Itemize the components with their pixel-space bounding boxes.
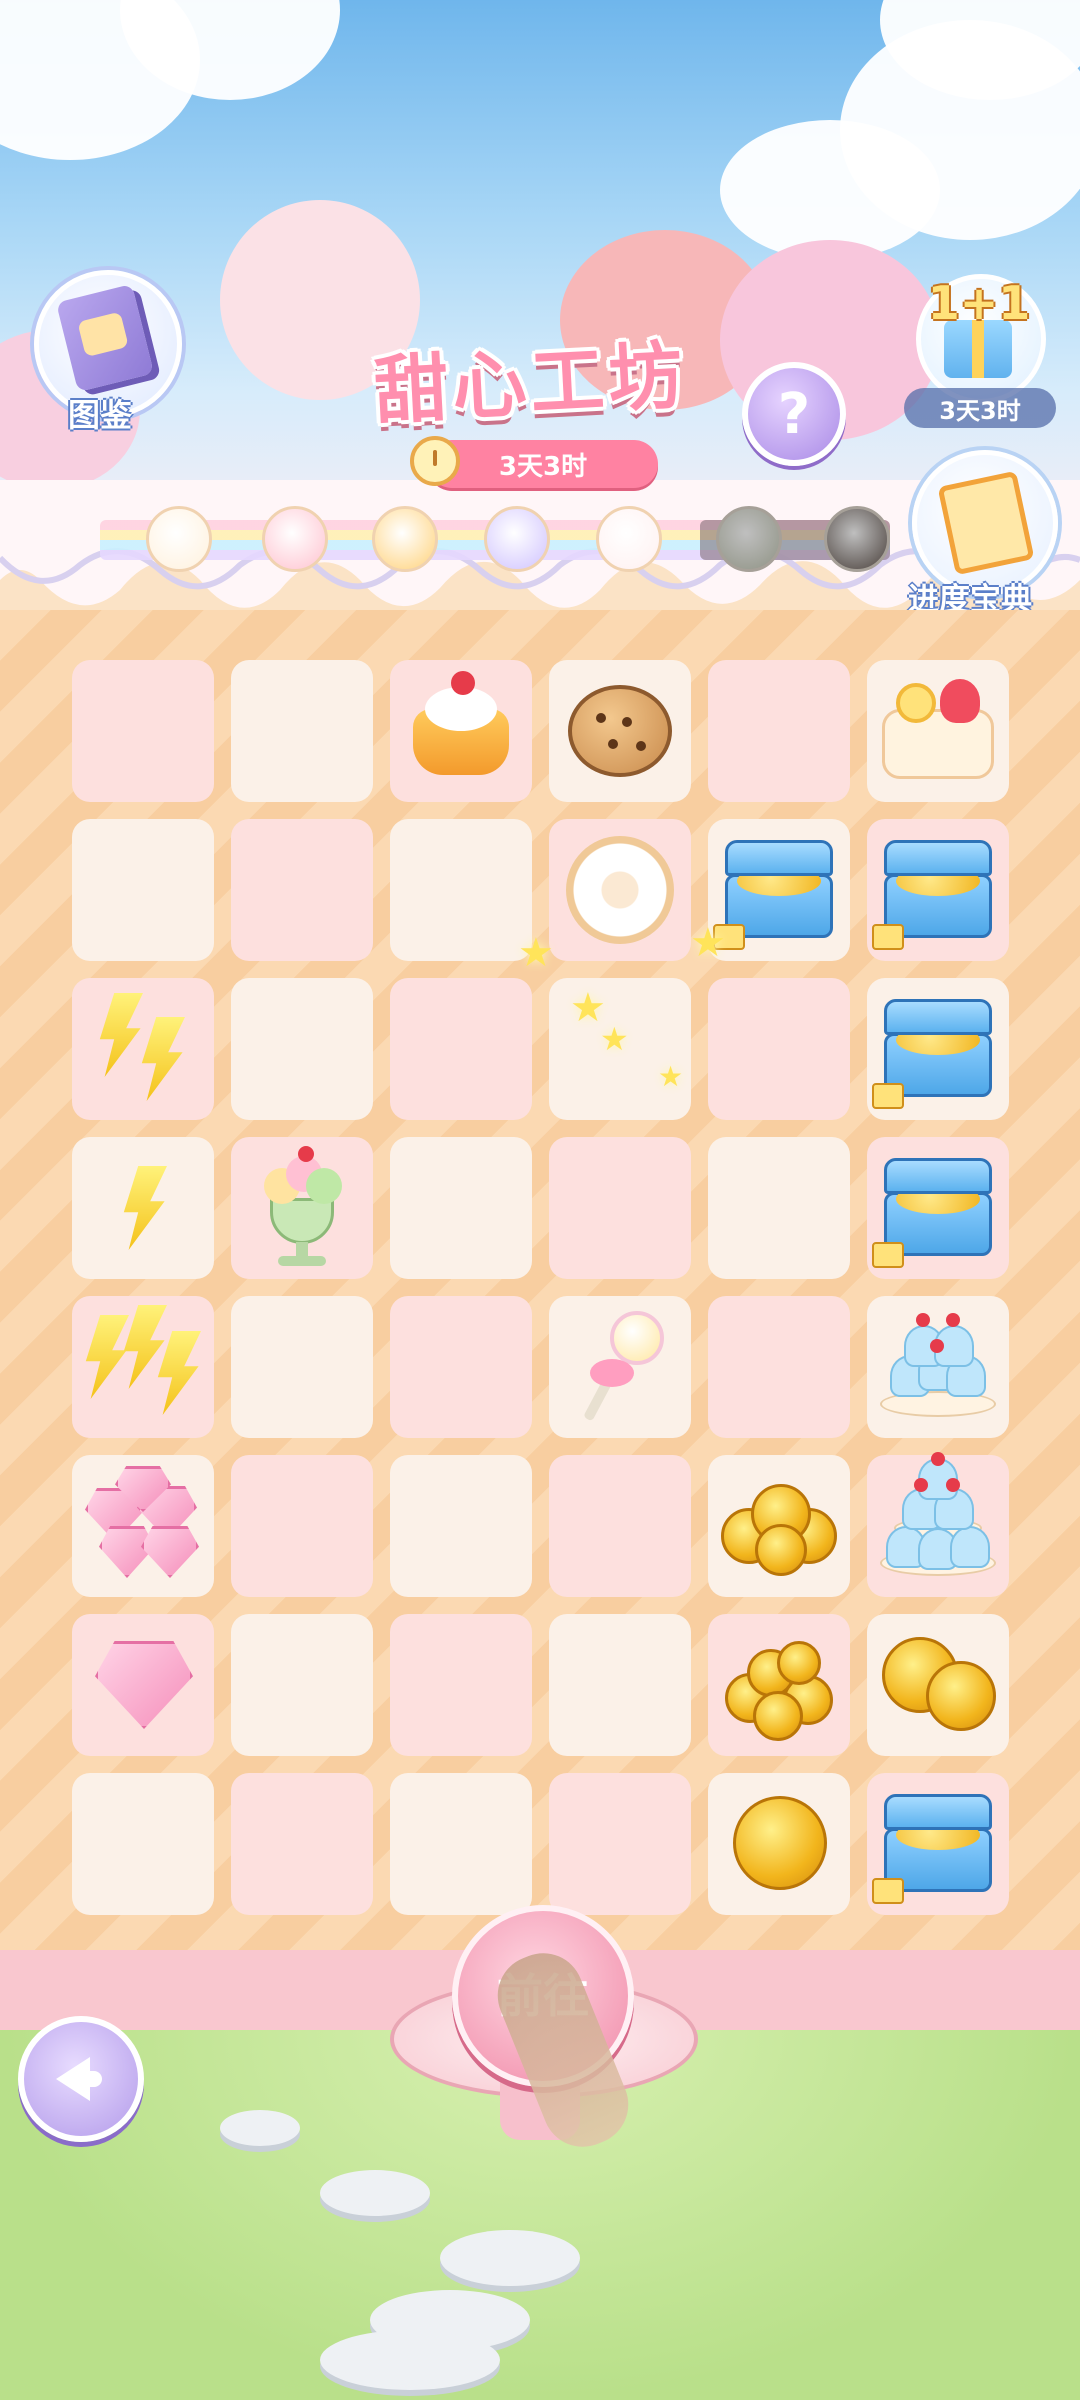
board-cell[interactable] bbox=[72, 1137, 214, 1279]
board-cell[interactable] bbox=[549, 1773, 691, 1915]
board-cell[interactable] bbox=[708, 1296, 850, 1438]
energy-bolt-3-icon[interactable] bbox=[81, 1305, 205, 1429]
donut-icon[interactable] bbox=[558, 828, 682, 952]
board-cell[interactable] bbox=[231, 978, 373, 1120]
board-cell[interactable] bbox=[72, 660, 214, 802]
board-cell[interactable] bbox=[549, 1137, 691, 1279]
matcha-cake-icon bbox=[716, 506, 782, 572]
board-cell[interactable] bbox=[390, 1773, 532, 1915]
cookie-icon[interactable] bbox=[558, 669, 682, 793]
donut-icon bbox=[146, 506, 212, 572]
board-cell[interactable] bbox=[390, 978, 532, 1120]
board-cell[interactable] bbox=[867, 1614, 1009, 1756]
board-cell[interactable] bbox=[390, 1614, 532, 1756]
lollipop-icon[interactable] bbox=[558, 1305, 682, 1429]
event-title: 甜心工坊 bbox=[372, 332, 689, 435]
back-button[interactable] bbox=[18, 2016, 144, 2142]
board-cell[interactable] bbox=[708, 819, 850, 961]
board-cell[interactable] bbox=[708, 1614, 850, 1756]
clock-icon bbox=[410, 436, 460, 486]
coin-pile-icon[interactable] bbox=[717, 1623, 841, 1747]
board-cell[interactable] bbox=[867, 978, 1009, 1120]
treasure-chest-icon[interactable] bbox=[872, 828, 1000, 952]
board-cell[interactable] bbox=[72, 1455, 214, 1597]
board-cell[interactable] bbox=[231, 1455, 373, 1597]
board-cell[interactable] bbox=[390, 1455, 532, 1597]
energy-bolt-2-icon[interactable] bbox=[81, 987, 205, 1111]
gem-single-icon[interactable] bbox=[81, 1623, 205, 1747]
board-cell[interactable] bbox=[390, 1137, 532, 1279]
board-cell[interactable] bbox=[549, 660, 691, 802]
gift-pack-button[interactable]: 1+1 3天3时 bbox=[904, 270, 1064, 430]
board-cell[interactable] bbox=[231, 1137, 373, 1279]
board-cell[interactable] bbox=[708, 1773, 850, 1915]
board-cell[interactable] bbox=[867, 1296, 1009, 1438]
board-cell[interactable] bbox=[390, 1296, 532, 1438]
gems-many-icon[interactable] bbox=[81, 1464, 205, 1588]
energy-bolt-1-icon[interactable] bbox=[81, 1146, 205, 1270]
board-cell[interactable] bbox=[390, 660, 532, 802]
board-cell[interactable] bbox=[708, 1455, 850, 1597]
cupcake-tower-icon[interactable] bbox=[876, 1452, 1000, 1588]
back-arrow-icon bbox=[56, 2057, 102, 2101]
board-cell[interactable] bbox=[867, 819, 1009, 961]
chocolate-cake-icon bbox=[824, 506, 890, 572]
coin-stack-icon[interactable] bbox=[717, 1464, 841, 1588]
board-cell[interactable] bbox=[72, 1296, 214, 1438]
blueberry-cake-icon bbox=[484, 506, 550, 572]
pudding-icon bbox=[372, 506, 438, 572]
pudding-icon[interactable] bbox=[399, 669, 523, 793]
board-cell[interactable] bbox=[867, 660, 1009, 802]
strawberry-roll-icon bbox=[596, 506, 662, 572]
progress-guide-button[interactable]: 进度宝典 bbox=[900, 450, 1070, 620]
collection-button[interactable]: 图鉴 bbox=[28, 270, 182, 440]
sparkle-icon: ★ bbox=[518, 930, 554, 976]
sparkle-icon: ★ bbox=[658, 1060, 684, 1093]
board-cell[interactable] bbox=[72, 1614, 214, 1756]
treasure-chest-icon[interactable] bbox=[872, 987, 1000, 1111]
treasure-chest-icon[interactable] bbox=[872, 1146, 1000, 1270]
board-cell[interactable] bbox=[231, 660, 373, 802]
board-cell[interactable] bbox=[708, 978, 850, 1120]
board-cell[interactable] bbox=[867, 1773, 1009, 1915]
board-cell[interactable] bbox=[549, 1455, 691, 1597]
board-cell[interactable] bbox=[390, 819, 532, 961]
macaron-icon bbox=[262, 506, 328, 572]
board-cell[interactable] bbox=[549, 1296, 691, 1438]
board-cell[interactable] bbox=[867, 1452, 1009, 1597]
collection-label: 图鉴 bbox=[68, 396, 133, 434]
board-cell[interactable] bbox=[708, 660, 850, 802]
coin-pair-icon[interactable] bbox=[876, 1623, 1000, 1747]
gift-pack-label: 1+1 bbox=[927, 276, 1031, 330]
sparkle-icon: ★ bbox=[600, 1020, 629, 1058]
board-cell[interactable] bbox=[231, 1614, 373, 1756]
board-cell[interactable] bbox=[72, 819, 214, 961]
cupcake-plate-icon[interactable] bbox=[876, 1305, 1000, 1429]
board-cell[interactable] bbox=[549, 819, 691, 961]
coin-single-icon[interactable] bbox=[717, 1782, 841, 1906]
board-cell[interactable] bbox=[72, 1773, 214, 1915]
roll-cake-icon[interactable] bbox=[876, 669, 1000, 793]
merge-board-background bbox=[0, 610, 1080, 1970]
board-cell[interactable] bbox=[231, 1296, 373, 1438]
sparkle-icon: ★ bbox=[690, 920, 726, 966]
treasure-chest-icon[interactable] bbox=[872, 1782, 1000, 1906]
gift-pack-timer: 3天3时 bbox=[904, 388, 1056, 428]
treasure-chest-icon[interactable] bbox=[713, 828, 841, 952]
board-cell[interactable] bbox=[231, 819, 373, 961]
board-cell[interactable] bbox=[867, 1137, 1009, 1279]
board-cell[interactable] bbox=[708, 1137, 850, 1279]
board-cell[interactable] bbox=[549, 1614, 691, 1756]
board-cell[interactable] bbox=[72, 978, 214, 1120]
sundae-icon[interactable] bbox=[240, 1146, 364, 1270]
help-button[interactable]: ? bbox=[742, 362, 846, 466]
event-timer: 3天3时 bbox=[428, 440, 658, 488]
board-cell[interactable] bbox=[231, 1773, 373, 1915]
